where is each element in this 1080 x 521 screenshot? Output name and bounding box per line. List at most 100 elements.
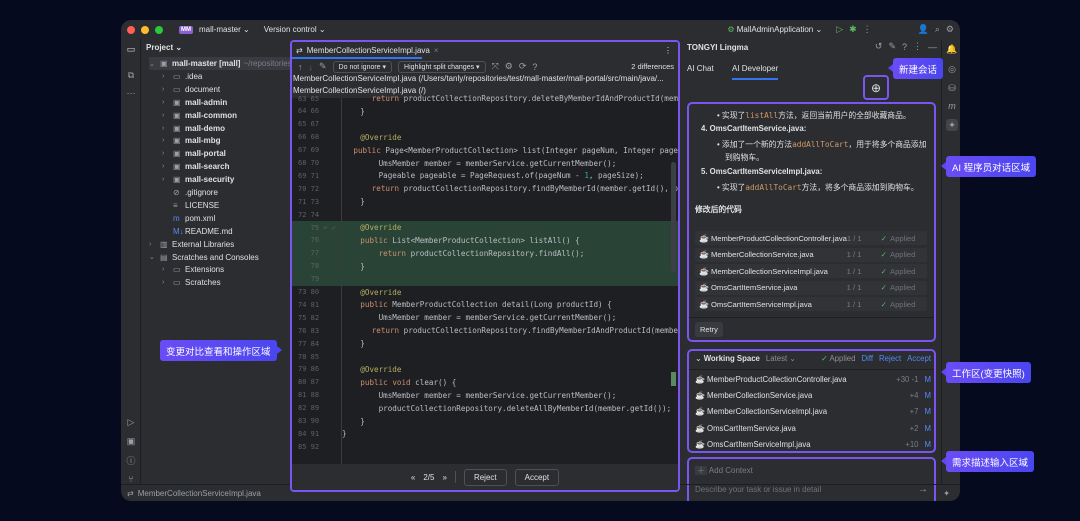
tab-ai-chat[interactable]: AI Chat [687, 64, 714, 73]
highlight-dropdown[interactable]: Highlight split changes ▾ [398, 60, 486, 73]
chevron-right-icon[interactable]: › [162, 266, 170, 273]
reject-button[interactable]: Reject [463, 468, 507, 486]
help-icon[interactable]: ? [902, 41, 907, 52]
add-user-icon[interactable]: 👤 [918, 24, 929, 35]
edit-icon[interactable]: ✎ [888, 41, 896, 52]
workspace-file-item[interactable]: ☕ MemberProductCollectionController.java +… [695, 371, 931, 387]
services-icon[interactable]: ▷ [125, 416, 137, 428]
vcs-menu[interactable]: Version control ⌄ [264, 25, 326, 34]
tree-item[interactable]: › ▣ mall-demo [162, 122, 225, 135]
notifications-icon[interactable]: 🔔 [946, 43, 958, 55]
minimize-window-button[interactable] [141, 25, 149, 34]
terminal-icon[interactable]: ▣ [125, 435, 137, 447]
more-icon[interactable]: ⋮ [863, 24, 872, 35]
editor-scrollbar[interactable] [671, 162, 676, 272]
tree-item[interactable]: › ▭ Extensions [162, 263, 224, 276]
project-panel-header[interactable]: Project ⌄ [146, 43, 182, 52]
accept-all-link[interactable]: Accept [907, 354, 931, 363]
search-icon[interactable]: ⌕ [935, 24, 940, 35]
problems-icon[interactable]: ⓘ [125, 454, 137, 466]
accept-button[interactable]: Accept [514, 468, 560, 486]
chevron-right-icon[interactable]: › [162, 279, 170, 286]
chevron-right-icon[interactable]: › [162, 73, 170, 80]
tree-item[interactable]: › ▣ mall-admin [162, 96, 227, 109]
ai-assistant-icon[interactable]: ◎ [946, 63, 958, 75]
chevron-right-icon[interactable]: › [162, 112, 170, 119]
diff-help-icon[interactable]: ? [532, 62, 537, 72]
chevron-right-icon[interactable]: › [162, 86, 170, 93]
modified-file-item[interactable]: ☕ OmsCartItemService.java 1 / 1 ✓ Applied [695, 280, 927, 295]
tree-item[interactable]: ⌄ ▣ mall-master [mall] ~/repositories [149, 57, 299, 70]
lingma-icon[interactable]: ✦ [946, 119, 958, 131]
settings-icon[interactable]: ⚙ [946, 24, 954, 35]
tree-item[interactable]: › ▣ mall-security [162, 173, 234, 186]
status-file[interactable]: MemberCollectionServiceImpl.java [138, 489, 261, 498]
working-space-toggle[interactable]: ⌄ Working Space [695, 354, 760, 363]
editor-tab[interactable]: ⇄ MemberCollectionServiceImpl.java × ⋮ [292, 42, 678, 59]
tree-item[interactable]: ⌄ ▤ Scratches and Consoles [149, 251, 259, 264]
workspace-file-item[interactable]: ☕ MemberCollectionService.java +4 M [695, 387, 931, 403]
project-switcher[interactable]: mall-master ⌄ [199, 25, 250, 34]
chevron-right-icon[interactable]: › [162, 137, 170, 144]
ignore-dropdown[interactable]: Do not ignore ▾ [332, 60, 393, 73]
revert-icon[interactable]: ↶ [323, 224, 327, 232]
sync-scroll-icon[interactable]: ⟳ [519, 61, 527, 72]
workspace-file-item[interactable]: ☕ MemberCollectionServiceImpl.java +7 M [695, 404, 931, 420]
version-selector[interactable]: Latest ⌄ [766, 354, 796, 363]
chevron-down-icon[interactable]: ⌄ [149, 60, 157, 68]
modified-file-item[interactable]: ☕ OmsCartItemServiceImpl.java 1 / 1 ✓ Applie… [695, 297, 927, 311]
chevron-right-icon[interactable]: › [149, 241, 157, 248]
retry-button[interactable]: Retry [695, 322, 723, 337]
tree-item[interactable]: › ▣ mall-common [162, 109, 237, 122]
prev-change-icon[interactable]: « [411, 473, 415, 482]
maximize-window-button[interactable] [155, 25, 163, 34]
close-tab-icon[interactable]: × [434, 46, 439, 55]
workspace-file-item[interactable]: ☕ OmsCartItemService.java +2 M [695, 420, 931, 436]
chevron-down-icon[interactable]: ⌄ [149, 253, 157, 261]
collapse-icon[interactable]: ⤧ [492, 61, 499, 72]
database-icon[interactable]: ⛁ [946, 82, 958, 94]
chevron-right-icon[interactable]: › [162, 150, 170, 157]
more-tools-icon[interactable]: ⋯ [125, 87, 137, 99]
debug-icon[interactable]: ✱ [849, 24, 857, 35]
chevron-right-icon[interactable]: › [162, 99, 170, 106]
reject-all-link[interactable]: Reject [879, 354, 901, 363]
next-change-icon[interactable]: » [442, 473, 446, 482]
tree-item[interactable]: ≡ LICENSE [162, 199, 219, 212]
lingma-status-icon[interactable]: ✦ [943, 489, 950, 498]
modified-file-item[interactable]: ☕ MemberProductCollectionController.java 1… [695, 231, 927, 245]
maven-icon[interactable]: m [946, 100, 958, 112]
tree-item[interactable]: › ▣ mall-portal [162, 147, 226, 160]
tab-options-icon[interactable]: ⋮ [664, 46, 672, 55]
code-view[interactable]: 63 65 return productCollectionRepository… [292, 94, 678, 462]
edit-source-icon[interactable]: ✎ [319, 61, 327, 72]
run-config-selector[interactable]: ⚙ MallAdminApplication ⌄ [727, 25, 822, 34]
history-icon[interactable]: ↺ [875, 41, 883, 52]
tree-item[interactable]: M↓ README.md [162, 225, 233, 238]
tab-ai-developer[interactable]: AI Developer [732, 64, 779, 80]
close-window-button[interactable] [127, 25, 135, 34]
chevron-right-icon[interactable]: › [162, 163, 170, 170]
workspace-file-item[interactable]: ☕ OmsCartItemServiceImpl.java +10 M [695, 437, 931, 453]
diff-settings-icon[interactable]: ⚙ [505, 61, 513, 72]
diff-link[interactable]: Diff [861, 354, 873, 363]
next-diff-icon[interactable]: ↓ [309, 62, 314, 72]
run-icon[interactable]: ▷ [836, 24, 843, 35]
tree-item[interactable]: › ▭ document [162, 83, 220, 96]
add-context-button[interactable]: ＋ Add Context [695, 465, 753, 476]
project-view-icon[interactable]: ▭ [125, 43, 137, 55]
tree-item[interactable]: › ▭ Scratches [162, 276, 221, 289]
new-chat-button[interactable]: ⊕ [863, 75, 889, 100]
options-icon[interactable]: ⋮ [913, 41, 922, 52]
tree-item[interactable]: ⊘ .gitignore [162, 186, 218, 199]
accept-check-icon[interactable]: ✓ [332, 224, 336, 232]
tree-item[interactable]: › ▭ .idea [162, 70, 202, 83]
tree-item[interactable]: m pom.xml [162, 212, 215, 225]
prev-diff-icon[interactable]: ↑ [298, 62, 303, 72]
modified-file-item[interactable]: ☕ MemberCollectionServiceImpl.java 1 / 1 ✓ A… [695, 264, 927, 278]
structure-icon[interactable]: ⧉ [125, 69, 137, 81]
chevron-right-icon[interactable]: › [162, 176, 170, 183]
modified-file-item[interactable]: ☕ MemberCollectionService.java 1 / 1 ✓ Appli… [695, 247, 927, 262]
hide-panel-icon[interactable]: — [928, 41, 937, 52]
tree-item[interactable]: › ▣ mall-mbg [162, 134, 221, 147]
